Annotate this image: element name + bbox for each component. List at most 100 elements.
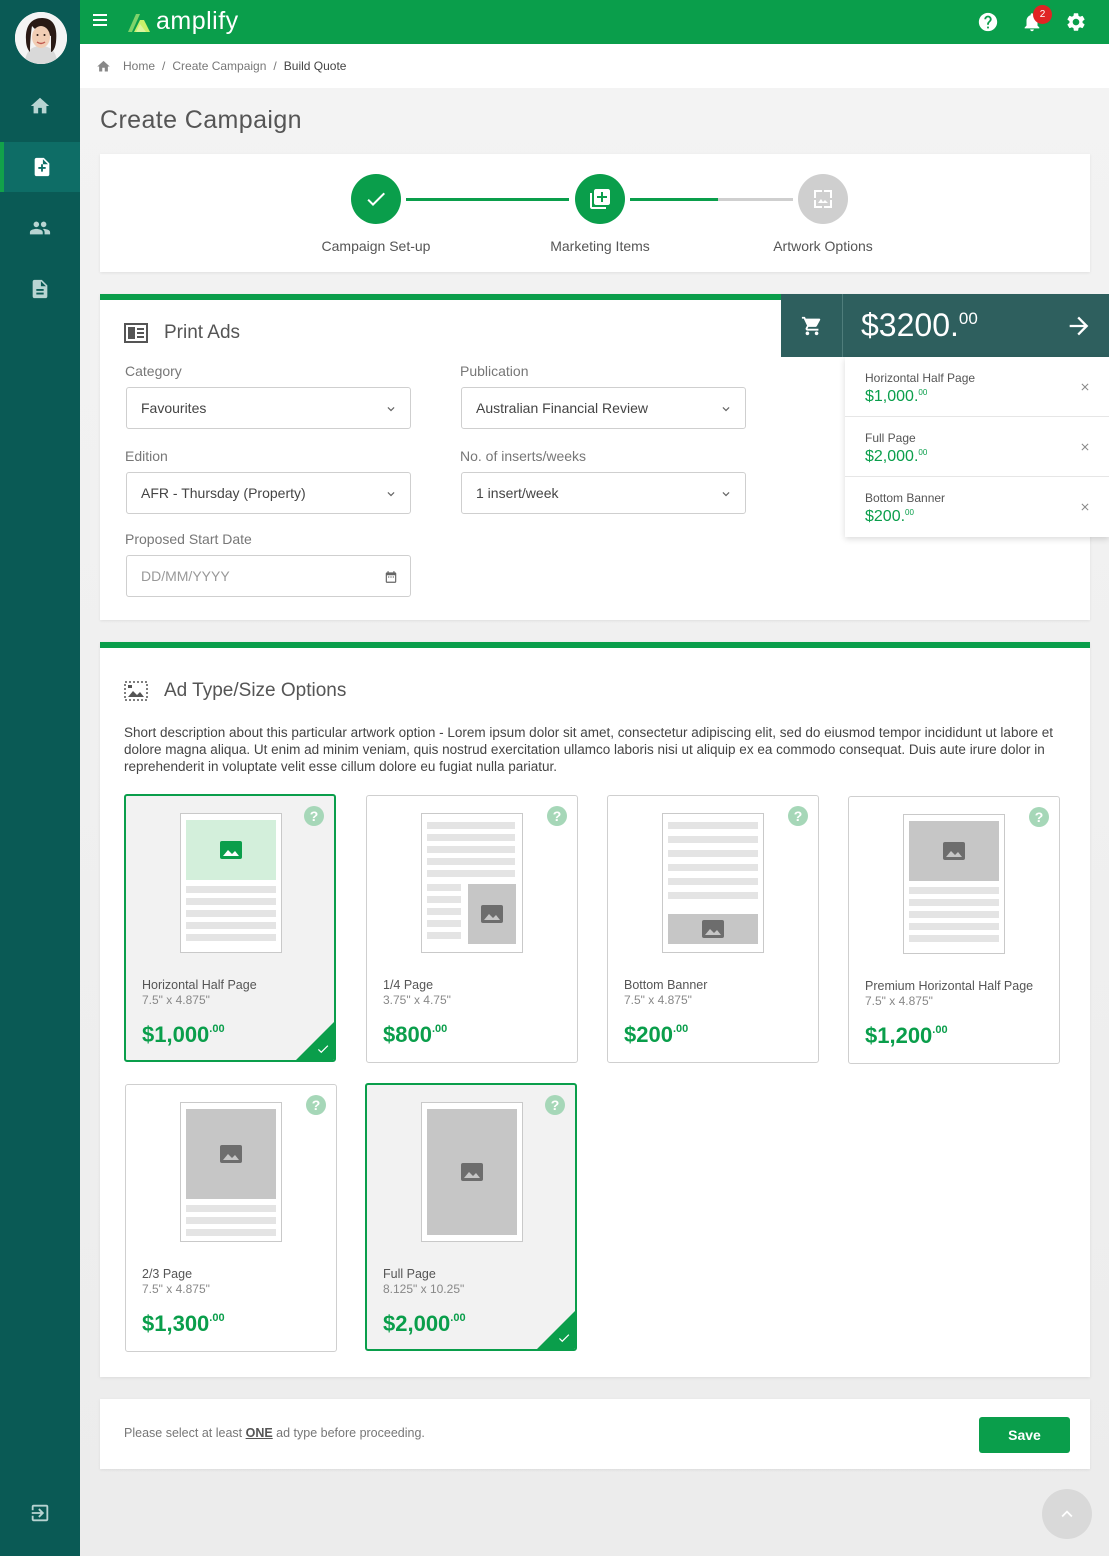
ad-option-bottom-banner[interactable]: ? Bottom Banner 7.5" x 4.875" $200.00: [607, 795, 819, 1063]
step-marketing-items[interactable]: Marketing Items: [520, 174, 680, 254]
sidebar-item-create-campaign[interactable]: [0, 142, 80, 192]
ad-option-premium-horizontal-half-page[interactable]: ? Premium Horizontal Half Page 7.5" x 4.…: [848, 796, 1060, 1064]
footer-note-emphasis: ONE: [245, 1426, 273, 1440]
ad-price: $2,000.00: [383, 1311, 466, 1337]
start-date-input[interactable]: [141, 568, 361, 584]
menu-icon[interactable]: [93, 14, 107, 28]
logout-icon: [31, 1504, 49, 1522]
inserts-select[interactable]: 1 insert/week: [461, 472, 746, 514]
check-icon: [316, 1042, 330, 1056]
help-icon[interactable]: ?: [788, 806, 808, 826]
sidebar-item-users[interactable]: [0, 203, 80, 253]
sidebar-item-documents[interactable]: [0, 264, 80, 314]
cart-item: Bottom Banner $200.00: [845, 477, 1109, 537]
ad-dims: 3.75" x 4.75": [383, 993, 451, 1007]
close-icon[interactable]: [1079, 500, 1091, 512]
print-ads-title-text: Print Ads: [164, 322, 241, 343]
help-icon[interactable]: ?: [545, 1095, 565, 1115]
logo[interactable]: amplify: [126, 7, 239, 36]
add-document-icon: [34, 157, 50, 177]
gear-icon: [1067, 13, 1085, 31]
cart-item-price-amount: $2,000.: [865, 448, 919, 465]
breadcrumb-create-campaign[interactable]: Create Campaign: [172, 59, 266, 73]
save-button[interactable]: Save: [979, 1417, 1070, 1453]
help-icon[interactable]: ?: [304, 806, 324, 826]
ad-price: $1,000.00: [142, 1022, 225, 1048]
publication-label: Publication: [460, 363, 529, 379]
ad-name: Bottom Banner: [624, 978, 708, 992]
close-icon[interactable]: [1079, 440, 1091, 452]
home-icon[interactable]: [96, 59, 111, 74]
footer-bar: Please select at least ONE ad type befor…: [100, 1399, 1090, 1469]
chevron-down-icon: [384, 487, 398, 501]
ad-price-amount: $2,000: [383, 1311, 451, 1336]
ad-price-amount: $800: [383, 1022, 432, 1047]
help-icon[interactable]: ?: [547, 806, 567, 826]
cart-total: $3200.00: [861, 307, 978, 344]
ad-option-full-page[interactable]: ? Full Page 8.125" x 10.25" $2,000.00: [365, 1083, 577, 1351]
home-icon: [30, 97, 50, 114]
cart-item-price-amount: $200.: [865, 508, 906, 525]
sidebar-item-home[interactable]: [0, 81, 80, 131]
ad-type-title: Ad Type/Size Options: [124, 680, 346, 702]
ad-type-description: Short description about this particular …: [124, 725, 1053, 774]
chevron-down-icon: [384, 402, 398, 416]
breadcrumb-separator: /: [162, 59, 166, 73]
breadcrumb-home[interactable]: Home: [123, 59, 155, 73]
cart-item-name: Full Page: [865, 431, 916, 445]
step-campaign-setup[interactable]: Campaign Set-up: [296, 174, 456, 254]
image-icon: [468, 884, 516, 944]
ad-price-cents: .00: [672, 1023, 689, 1035]
ad-option-two-thirds-page[interactable]: ? 2/3 Page 7.5" x 4.875" $1,300.00: [125, 1084, 337, 1352]
check-icon: [367, 192, 385, 206]
cart-item-price: $200.00: [865, 508, 1109, 526]
edition-value: AFR - Thursday (Property): [141, 485, 306, 501]
ad-dims: 7.5" x 4.875": [142, 993, 210, 1007]
newspaper-icon: [124, 323, 148, 343]
cart-button[interactable]: [781, 294, 843, 357]
ad-price: $800.00: [383, 1022, 447, 1048]
edition-select[interactable]: AFR - Thursday (Property): [126, 472, 411, 514]
cart-summary[interactable]: $3200.00: [781, 294, 1109, 357]
close-icon[interactable]: [1079, 380, 1091, 392]
inserts-label: No. of inserts/weeks: [460, 448, 587, 464]
step-artwork-options[interactable]: Artwork Options: [743, 174, 903, 254]
cart-list: Horizontal Half Page $1,000.00 Full Page…: [845, 357, 1109, 537]
publication-select[interactable]: Australian Financial Review: [461, 387, 746, 429]
ad-price: $200.00: [624, 1022, 688, 1048]
cart-total-cents: 00: [958, 309, 978, 328]
ad-price-amount: $200: [624, 1022, 673, 1047]
ad-option-quarter-page[interactable]: ? 1/4 Page 3.75" x 4.75" $800.00: [366, 795, 578, 1063]
avatar[interactable]: [15, 12, 67, 64]
cart-item-price-cents: 00: [918, 448, 928, 457]
step-label: Artwork Options: [773, 238, 873, 254]
ad-thumbnail: [421, 1102, 523, 1242]
ad-thumbnail: [662, 813, 764, 953]
help-icon[interactable]: ?: [306, 1095, 326, 1115]
amplify-logo-icon: [128, 13, 150, 32]
image-icon: [186, 1109, 276, 1199]
settings-button[interactable]: [1065, 11, 1087, 33]
step-circle: [351, 174, 401, 224]
calendar-icon[interactable]: [384, 570, 398, 584]
category-select[interactable]: Favourites: [126, 387, 411, 429]
help-button[interactable]: [977, 11, 999, 33]
ad-price-amount: $1,200: [865, 1023, 933, 1048]
ad-thumbnail: [421, 813, 523, 953]
ad-dims: 7.5" x 4.875": [142, 1282, 210, 1296]
notifications-button[interactable]: 2: [1021, 5, 1052, 33]
sidebar-logout[interactable]: [0, 1488, 80, 1538]
publication-value: Australian Financial Review: [476, 400, 648, 416]
proceed-button[interactable]: [1065, 312, 1093, 340]
top-icons: 2: [977, 5, 1087, 33]
help-icon[interactable]: ?: [1029, 807, 1049, 827]
step-circle: [798, 174, 848, 224]
ad-thumbnail: [180, 813, 282, 953]
scroll-to-top-button[interactable]: [1042, 1489, 1092, 1539]
footer-note: Please select at least ONE ad type befor…: [124, 1426, 425, 1440]
ad-thumbnail: [903, 814, 1005, 954]
footer-note-suffix: ad type before proceeding.: [272, 1426, 425, 1440]
ad-option-horizontal-half-page[interactable]: ? Horizontal Half Page 7.5" x 4.875" $1,…: [124, 794, 336, 1062]
ad-name: 2/3 Page: [142, 1267, 193, 1281]
start-date-field[interactable]: [126, 555, 411, 597]
